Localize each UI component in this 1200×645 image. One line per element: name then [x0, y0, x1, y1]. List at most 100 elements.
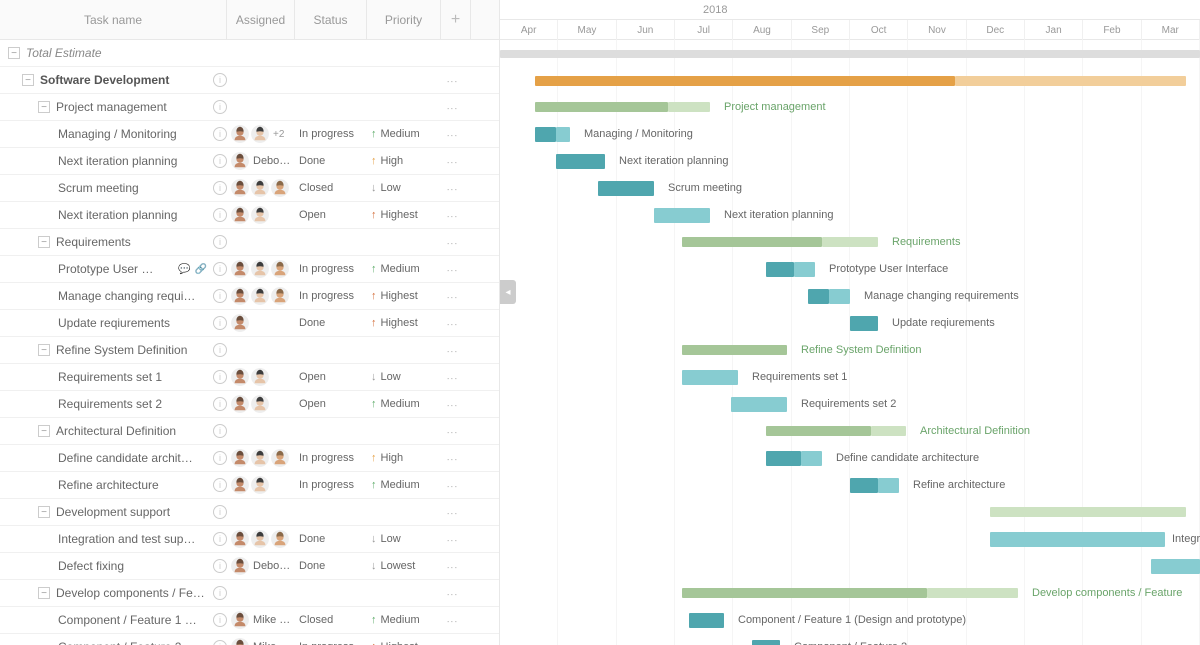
row-menu-icon[interactable]: ⋮ — [446, 589, 459, 598]
header-priority[interactable]: Priority — [367, 0, 441, 39]
status-cell[interactable]: In progress — [295, 641, 367, 645]
gantt-bar[interactable] — [766, 426, 871, 436]
info-icon[interactable]: i — [213, 613, 227, 627]
priority-cell[interactable]: ↑Medium — [367, 263, 441, 275]
gantt-row[interactable]: Manage changing requirements — [500, 283, 1200, 310]
toggle-collapse[interactable]: − — [38, 425, 50, 437]
gantt-bar[interactable] — [990, 507, 1186, 517]
add-column-button[interactable]: + — [441, 0, 471, 39]
gantt-bar[interactable] — [822, 237, 878, 247]
gantt-row[interactable] — [500, 67, 1200, 94]
task-row[interactable]: −Development supporti⋮ — [0, 499, 499, 526]
row-menu-icon[interactable]: ⋮ — [446, 508, 459, 517]
month-jan[interactable]: Jan — [1025, 20, 1083, 40]
assigned-cell[interactable] — [227, 287, 295, 305]
assigned-cell[interactable]: Mike … — [227, 638, 295, 645]
gantt-row[interactable]: Refine System Definition — [500, 337, 1200, 364]
gantt-bar[interactable] — [668, 102, 710, 112]
status-cell[interactable]: In progress — [295, 128, 367, 140]
gantt-bar[interactable] — [801, 451, 822, 466]
status-cell[interactable]: In progress — [295, 263, 367, 275]
header-task-name[interactable]: Task name — [0, 0, 227, 39]
toggle-collapse[interactable]: − — [38, 506, 50, 518]
link-icon[interactable]: 🔗 — [195, 264, 207, 275]
gantt-bar[interactable] — [794, 262, 815, 277]
gantt-bar[interactable] — [598, 181, 654, 196]
assigned-cell[interactable] — [227, 395, 295, 413]
status-cell[interactable]: In progress — [295, 452, 367, 464]
gantt-bar[interactable] — [990, 532, 1165, 547]
row-menu-icon[interactable]: ⋮ — [446, 76, 459, 85]
row-menu-icon[interactable]: ⋮ — [446, 211, 459, 220]
gantt-row[interactable]: Architectural Definition — [500, 418, 1200, 445]
assigned-cell[interactable] — [227, 260, 295, 278]
comment-icon[interactable]: 💬 — [178, 264, 190, 275]
task-row[interactable]: −Refine System Definitioni⋮ — [0, 337, 499, 364]
assigned-cell[interactable] — [227, 449, 295, 467]
assigned-cell[interactable] — [227, 179, 295, 197]
assigned-cell[interactable]: +2 — [227, 125, 295, 143]
gantt-row[interactable]: Project management — [500, 94, 1200, 121]
gantt-row[interactable]: Next iteration planning — [500, 148, 1200, 175]
month-jul[interactable]: Jul — [675, 20, 733, 40]
gantt-row[interactable]: Component / Feature 2 — [500, 634, 1200, 645]
info-icon[interactable]: i — [213, 640, 227, 645]
priority-cell[interactable]: ↑Highest — [367, 290, 441, 302]
gantt-bar[interactable] — [850, 478, 878, 493]
toggle-collapse[interactable]: − — [38, 101, 50, 113]
gantt-bar[interactable] — [682, 345, 787, 355]
row-menu-icon[interactable]: ⋮ — [446, 184, 459, 193]
task-row[interactable]: −Architectural Definitioni⋮ — [0, 418, 499, 445]
task-row[interactable]: −Software Developmenti⋮ — [0, 67, 499, 94]
gantt-row[interactable]: Develop components / Feature — [500, 580, 1200, 607]
assigned-cell[interactable] — [227, 368, 295, 386]
assigned-cell[interactable]: Mike … — [227, 611, 295, 629]
gantt-row[interactable]: Scrum meeting — [500, 175, 1200, 202]
gantt-row[interactable]: Prototype User Interface — [500, 256, 1200, 283]
task-row[interactable]: Define candidate archit…iIn progress↑Hig… — [0, 445, 499, 472]
gantt-bar[interactable] — [654, 208, 710, 223]
status-cell[interactable]: Done — [295, 560, 367, 572]
info-icon[interactable]: i — [213, 478, 227, 492]
row-menu-icon[interactable]: ⋮ — [446, 346, 459, 355]
status-cell[interactable]: In progress — [295, 290, 367, 302]
task-row[interactable]: Manage changing requi…iIn progress↑Highe… — [0, 283, 499, 310]
assigned-cell[interactable] — [227, 314, 295, 332]
priority-cell[interactable]: ↑Highest — [367, 209, 441, 221]
info-icon[interactable]: i — [213, 262, 227, 276]
row-menu-icon[interactable]: ⋮ — [446, 454, 459, 463]
gantt-bar[interactable] — [556, 154, 605, 169]
priority-cell[interactable]: ↑Highest — [367, 641, 441, 645]
toggle-collapse[interactable]: − — [38, 236, 50, 248]
priority-cell[interactable]: ↑Highest — [367, 317, 441, 329]
month-nov[interactable]: Nov — [908, 20, 966, 40]
gantt-row[interactable] — [500, 499, 1200, 526]
gantt-bar[interactable] — [766, 262, 794, 277]
status-cell[interactable]: Open — [295, 371, 367, 383]
month-apr[interactable]: Apr — [500, 20, 558, 40]
task-row[interactable]: Integration and test sup…iDone↓Low⋮ — [0, 526, 499, 553]
gantt-bar[interactable] — [731, 397, 787, 412]
gantt-row[interactable]: Update reqiurements — [500, 310, 1200, 337]
priority-cell[interactable]: ↓Lowest — [367, 560, 441, 572]
assigned-cell[interactable] — [227, 530, 295, 548]
gantt-bar[interactable] — [871, 426, 906, 436]
task-row[interactable]: Scrum meetingiClosed↓Low⋮ — [0, 175, 499, 202]
gantt-bar[interactable] — [808, 289, 829, 304]
gantt-bar[interactable] — [878, 478, 899, 493]
gantt-bar[interactable] — [955, 76, 1186, 86]
info-icon[interactable]: i — [213, 343, 227, 357]
month-may[interactable]: May — [558, 20, 616, 40]
gantt-bar[interactable] — [682, 588, 927, 598]
gantt-bar[interactable] — [752, 640, 780, 645]
info-icon[interactable]: i — [213, 424, 227, 438]
gantt-bar[interactable] — [500, 50, 1200, 58]
info-icon[interactable]: i — [213, 559, 227, 573]
gantt-bar[interactable] — [850, 316, 878, 331]
status-cell[interactable]: Done — [295, 317, 367, 329]
gantt-bar[interactable] — [682, 370, 738, 385]
info-icon[interactable]: i — [213, 451, 227, 465]
month-aug[interactable]: Aug — [733, 20, 791, 40]
task-row[interactable]: Requirements set 1iOpen↓Low⋮ — [0, 364, 499, 391]
priority-cell[interactable]: ↓Low — [367, 371, 441, 383]
